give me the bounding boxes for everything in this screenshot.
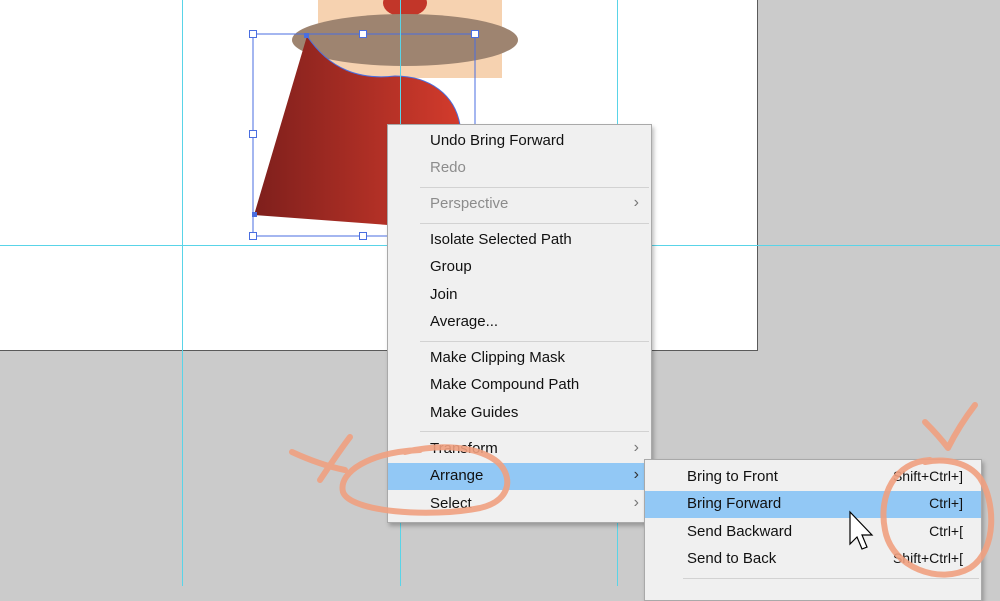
guide-vertical[interactable] (182, 0, 183, 586)
submenu-arrow-icon: › (633, 466, 639, 483)
menu-item-undo-bring-forward[interactable]: Undo Bring Forward (388, 128, 651, 155)
menu-item-label: Arrange (430, 467, 484, 484)
menu-item-label: Transform (430, 440, 498, 457)
shortcut-label: Shift+Ctrl+[ (892, 550, 963, 566)
menu-item-label: Group (430, 258, 472, 275)
menu-item-label: Send to Back (687, 550, 777, 567)
annotation-check-icon (922, 402, 978, 451)
anchor-point[interactable] (252, 212, 257, 217)
menu-separator (420, 431, 649, 432)
menu-item-make-compound-path[interactable]: Make Compound Path (388, 372, 651, 399)
submenu-arrow-icon: › (633, 439, 639, 456)
menu-item-send-backward[interactable]: Send Backward Ctrl+[ (645, 519, 981, 546)
submenu-arrow-icon: › (633, 194, 639, 211)
arrange-submenu: Bring to Front Shift+Ctrl+] Bring Forwar… (644, 459, 982, 601)
menu-item-select[interactable]: Select › (388, 491, 651, 518)
menu-item-label: Redo (430, 159, 466, 176)
menu-item-label: Average... (430, 313, 499, 330)
menu-separator (420, 187, 649, 188)
menu-item-perspective[interactable]: Perspective › (388, 191, 651, 218)
menu-item-transform[interactable]: Transform › (388, 436, 651, 463)
menu-item-label: Bring to Front (687, 468, 778, 485)
menu-item-make-clipping-mask[interactable]: Make Clipping Mask (388, 345, 651, 372)
shortcut-label: Ctrl+[ (929, 523, 963, 539)
menu-item-label: Bring Forward (687, 495, 782, 512)
menu-item-label: Perspective (430, 195, 509, 212)
menu-separator (420, 341, 649, 342)
shortcut-label: Shift+Ctrl+] (892, 468, 963, 484)
menu-item-group[interactable]: Group (388, 254, 651, 281)
shortcut-label: Ctrl+] (929, 495, 963, 511)
menu-item-join[interactable]: Join (388, 282, 651, 309)
menu-item-label: Undo Bring Forward (430, 132, 565, 149)
menu-separator (420, 223, 649, 224)
menu-item-arrange[interactable]: Arrange › (388, 463, 651, 490)
anchor-point[interactable] (304, 33, 309, 38)
menu-item-isolate-selected-path[interactable]: Isolate Selected Path (388, 227, 651, 254)
menu-item-send-to-back[interactable]: Send to Back Shift+Ctrl+[ (645, 546, 981, 573)
context-menu: Undo Bring Forward Redo Perspective › Is… (387, 124, 652, 523)
menu-item-make-guides[interactable]: Make Guides (388, 400, 651, 427)
menu-item-label: Make Guides (430, 404, 519, 421)
menu-item-bring-to-front[interactable]: Bring to Front Shift+Ctrl+] (645, 464, 981, 491)
menu-item-label: Make Clipping Mask (430, 349, 566, 366)
menu-item-label: Isolate Selected Path (430, 231, 572, 248)
menu-separator (683, 578, 979, 579)
submenu-arrow-icon: › (633, 494, 639, 511)
menu-item-average[interactable]: Average... (388, 309, 651, 336)
menu-item-redo[interactable]: Redo (388, 155, 651, 182)
annotation-cross-icon (289, 449, 348, 473)
menu-item-label: Select (430, 495, 472, 512)
menu-item-label: Join (430, 286, 458, 303)
menu-item-bring-forward[interactable]: Bring Forward Ctrl+] (645, 491, 981, 518)
menu-item-label: Send Backward (687, 523, 793, 540)
menu-item-label: Make Compound Path (430, 376, 580, 393)
